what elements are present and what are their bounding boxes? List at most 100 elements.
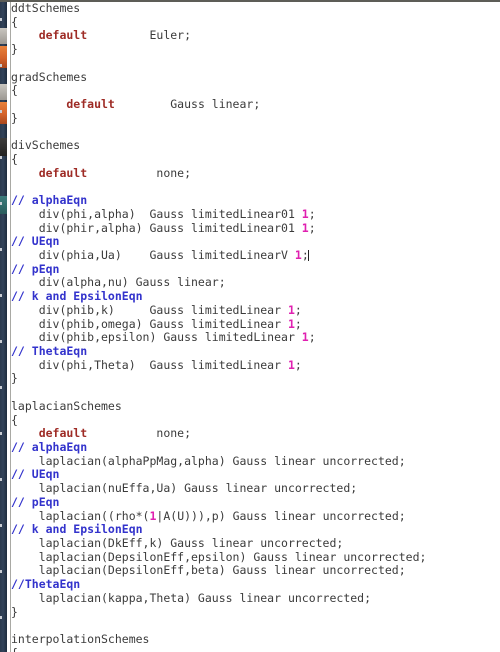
code-comment: // pEqn xyxy=(11,261,60,276)
code-text: } xyxy=(11,42,18,57)
code-line[interactable]: default Euler; xyxy=(11,29,500,43)
code-text: laplacian(kappa,Theta) Gauss linear unco… xyxy=(11,590,372,605)
code-line[interactable]: laplacian(DepsilonEff,epsilon) Gauss lin… xyxy=(11,550,500,565)
code-line[interactable] xyxy=(11,125,500,139)
code-comment: // alphaEqn xyxy=(11,440,88,454)
code-line[interactable]: // pEqn xyxy=(11,494,500,510)
code-line[interactable]: laplacianSchemes xyxy=(11,398,500,414)
screen: ddtSchemes{ default Euler;} gradSchemes{… xyxy=(0,0,500,652)
code-text: laplacianSchemes xyxy=(11,398,122,413)
code-line[interactable]: // alphaEqn xyxy=(11,193,500,208)
launcher-pip xyxy=(0,64,2,67)
code-text: ; xyxy=(308,206,316,221)
code-line[interactable]: // UEqn xyxy=(11,234,500,249)
launcher-pip xyxy=(0,478,2,481)
code-line[interactable] xyxy=(11,180,500,194)
launcher-pip xyxy=(0,294,2,297)
launcher-pip xyxy=(0,386,2,389)
code-text: div(phir,alpha) Gauss limitedLinear01 xyxy=(11,220,302,235)
code-text: div(phi,Theta) Gauss limitedLinear xyxy=(11,357,288,372)
code-line[interactable]: } xyxy=(11,42,500,57)
code-comment: // k and EpsilonEqn xyxy=(11,289,143,304)
launcher-icon-files[interactable] xyxy=(0,28,7,44)
code-line[interactable]: // UEqn xyxy=(11,468,500,482)
code-line[interactable] xyxy=(11,57,500,71)
launcher-pip xyxy=(0,616,2,619)
code-keyword: default xyxy=(11,165,88,180)
code-text: Euler; xyxy=(87,28,192,43)
code-line[interactable]: div(alpha,nu) Gauss linear; xyxy=(11,276,500,290)
launcher-pip xyxy=(0,18,2,21)
code-line[interactable]: { xyxy=(11,646,500,652)
text-caret xyxy=(308,249,310,261)
code-line[interactable]: } xyxy=(11,111,500,126)
code-line[interactable]: ddtSchemes xyxy=(11,1,500,16)
code-line[interactable]: // alphaEqn xyxy=(11,440,500,455)
code-line[interactable]: { xyxy=(11,15,500,30)
code-text: { xyxy=(11,646,18,652)
code-line[interactable] xyxy=(11,386,500,400)
code-number: 1 xyxy=(294,247,302,262)
code-text: div(phib,epsilon) Gauss limitedLinear xyxy=(11,330,302,345)
launcher-pip xyxy=(0,248,2,251)
code-line[interactable]: laplacian(DkEff,k) Gauss linear uncorrec… xyxy=(11,536,500,551)
code-line[interactable]: laplacian((rho*(1|A(U))),p) Gauss linear… xyxy=(11,508,500,524)
launcher-icon-app-4[interactable] xyxy=(0,102,7,124)
launcher-icon-app-3[interactable] xyxy=(0,84,7,100)
code-comment: // alphaEqn xyxy=(11,193,88,208)
launcher-pip xyxy=(0,340,2,343)
code-line[interactable]: default none; xyxy=(11,165,500,181)
code-keyword: default xyxy=(11,426,88,441)
code-line[interactable]: laplacian(kappa,Theta) Gauss linear unco… xyxy=(11,590,500,606)
code-line[interactable]: // k and EpsilonEqn xyxy=(11,289,500,304)
launcher-icon-terminal[interactable] xyxy=(0,138,7,156)
code-line[interactable]: div(phi,Theta) Gauss limitedLinear 1; xyxy=(11,357,500,373)
code-text: none; xyxy=(87,426,192,441)
code-comment: // pEqn xyxy=(11,494,60,509)
code-line[interactable]: laplacian(DepsilonEff,beta) Gauss linear… xyxy=(11,564,500,578)
code-text: ; xyxy=(294,357,302,372)
code-line[interactable]: { xyxy=(11,412,500,428)
code-line[interactable]: div(phia,Ua) Gauss limitedLinearV 1; xyxy=(11,247,500,263)
code-line[interactable]: div(phi,alpha) Gauss limitedLinear01 1; xyxy=(11,206,500,222)
code-text: laplacian(nuEffa,Ua) Gauss linear uncorr… xyxy=(11,481,358,496)
code-number: 1 xyxy=(301,330,309,345)
code-line[interactable]: default Gauss linear; xyxy=(11,97,500,112)
code-text: } xyxy=(11,371,18,386)
code-comment: // UEqn xyxy=(11,234,60,249)
code-line[interactable]: div(phir,alpha) Gauss limitedLinear01 1; xyxy=(11,220,500,236)
code-line[interactable]: div(phib,epsilon) Gauss limitedLinear 1; xyxy=(11,330,500,345)
code-line[interactable]: // ThetaEqn xyxy=(11,343,500,359)
code-text: { xyxy=(11,412,18,427)
code-line[interactable] xyxy=(11,619,500,633)
code-line[interactable]: // k and EpsilonEqn xyxy=(11,522,500,537)
code-line[interactable]: div(phib,omega) Gauss limitedLinear 1; xyxy=(11,316,500,332)
code-text: ; xyxy=(308,330,316,345)
code-line[interactable]: } xyxy=(11,605,500,620)
code-text: gradSchemes xyxy=(11,69,88,84)
code-line[interactable]: } xyxy=(11,372,500,386)
code-line[interactable]: // pEqn xyxy=(11,261,500,277)
code-line[interactable]: laplacian(nuEffa,Ua) Gauss linear uncorr… xyxy=(11,481,500,496)
unity-launcher[interactable] xyxy=(0,0,7,652)
launcher-pip xyxy=(0,202,2,205)
code-comment: // ThetaEqn xyxy=(11,343,88,358)
code-line[interactable]: { xyxy=(11,151,500,167)
code-text: div(phib,k) Gauss limitedLinear xyxy=(11,302,288,317)
code-line[interactable]: div(phib,k) Gauss limitedLinear 1; xyxy=(11,302,500,318)
code-line[interactable]: default none; xyxy=(11,426,500,441)
code-line[interactable]: gradSchemes xyxy=(11,69,500,85)
code-keyword: default xyxy=(11,97,115,112)
code-line[interactable]: laplacian(alphaPpMag,alpha) Gauss linear… xyxy=(11,454,500,469)
code-line[interactable]: interpolationSchemes xyxy=(11,632,500,647)
code-line[interactable]: { xyxy=(11,83,500,98)
code-text: |A(U))),p) Gauss linear uncorrected; xyxy=(156,508,406,523)
code-line[interactable]: divSchemes xyxy=(11,138,500,153)
launcher-icon-app-6[interactable] xyxy=(0,196,7,214)
code-text: div(alpha,nu) Gauss linear; xyxy=(11,275,226,290)
code-line[interactable]: //ThetaEqn xyxy=(11,577,500,592)
code-keyword: default xyxy=(11,28,88,43)
code-number: 1 xyxy=(287,316,295,331)
code-editor-text-area[interactable]: ddtSchemes{ default Euler;} gradSchemes{… xyxy=(11,1,500,652)
code-text: { xyxy=(11,151,18,166)
